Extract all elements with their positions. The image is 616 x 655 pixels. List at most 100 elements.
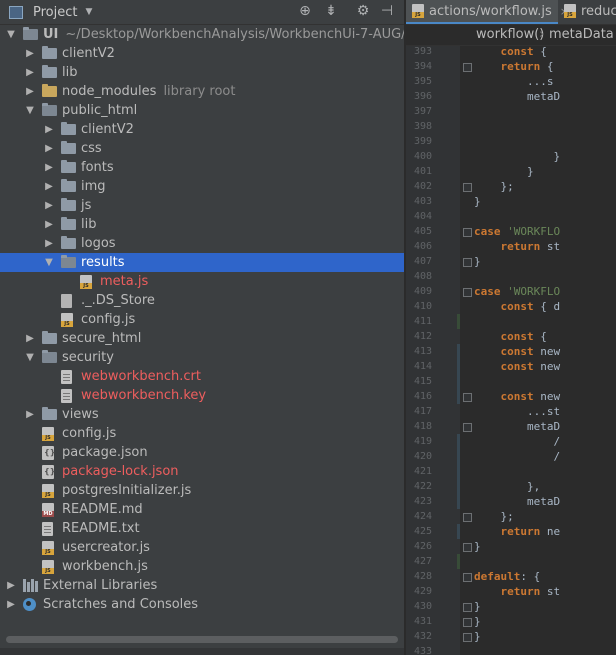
horizontal-scrollbar[interactable]	[6, 636, 398, 643]
expand-arrow-open-icon[interactable]: ▼	[25, 348, 35, 367]
expand-arrow-open-icon[interactable]: ▼	[25, 101, 35, 120]
line-gutter[interactable]: 393 394 395 396 397 398 399 400 401 402 403 404 405 4…	[406, 46, 472, 655]
tree-item[interactable]: JS postgresInitializer.js	[0, 481, 404, 500]
code-line[interactable]: const new	[474, 344, 561, 359]
tree-item[interactable]: ▶ js	[0, 196, 404, 215]
triangle-down-icon[interactable]: ▼	[85, 7, 92, 17]
tree-item[interactable]: ▶ lib	[0, 215, 404, 234]
tree-item[interactable]: JS config.js	[0, 310, 404, 329]
library-folder-icon	[42, 84, 57, 97]
code-line[interactable]: const {	[474, 329, 554, 344]
folder-icon	[61, 179, 76, 192]
tree-item[interactable]: ▼ security	[0, 348, 404, 367]
code-line[interactable]: return ne	[474, 524, 561, 539]
code-line[interactable]: ...s	[474, 74, 554, 89]
tab-workflow-js[interactable]: JSactions/workflow.js×	[406, 0, 569, 24]
gear-icon[interactable]: ⚙	[355, 3, 371, 19]
code-line[interactable]: default: {	[474, 569, 540, 584]
collapse-all-icon[interactable]: ⇟	[323, 3, 339, 19]
target-icon[interactable]: ⊕	[297, 3, 313, 19]
code-line[interactable]: }	[474, 599, 481, 614]
tree-item-name: ._.DS_Store	[81, 293, 155, 308]
line-number: 394	[413, 61, 432, 72]
tree-item[interactable]: MD README.md	[0, 500, 404, 519]
expand-arrow-closed-icon[interactable]: ▶	[25, 405, 35, 424]
tree-item[interactable]: ▶ lib	[0, 63, 404, 82]
tree-item[interactable]: README.txt	[0, 519, 404, 538]
tree-item-name: README.txt	[62, 521, 140, 536]
expand-arrow-closed-icon[interactable]: ▶	[25, 44, 35, 63]
expand-arrow-open-icon[interactable]: ▼	[6, 25, 16, 44]
tree-item[interactable]: webworkbench.key	[0, 386, 404, 405]
tree-item[interactable]: webworkbench.crt	[0, 367, 404, 386]
expand-arrow-closed-icon[interactable]: ▶	[6, 576, 16, 595]
tree-item[interactable]: ▶ clientV2	[0, 120, 404, 139]
expand-arrow-closed-icon[interactable]: ▶	[25, 329, 35, 348]
code-line[interactable]: }	[474, 164, 534, 179]
code-line[interactable]: }	[474, 629, 481, 644]
editor-panel: JSactions/workflow.js× JSreduce workflow…	[406, 0, 616, 655]
tree-item[interactable]: ._.DS_Store	[0, 291, 404, 310]
expand-arrow-closed-icon[interactable]: ▶	[44, 215, 54, 234]
code-area[interactable]: const { return { ...s metaD } } };} case …	[460, 44, 616, 655]
code-line[interactable]: return st	[474, 584, 561, 599]
code-line[interactable]: /	[474, 434, 560, 449]
code-line[interactable]: case 'WORKFLO	[474, 224, 560, 239]
code-line[interactable]: ...st	[474, 404, 560, 419]
project-tree[interactable]: ▼ UI ~/Desktop/WorkbenchAnalysis/Workbench…	[0, 25, 404, 614]
tree-item[interactable]: JS workbench.js	[0, 557, 404, 576]
expand-arrow-closed-icon[interactable]: ▶	[44, 177, 54, 196]
code-line[interactable]: const {	[474, 44, 547, 59]
code-line[interactable]: const new	[474, 389, 561, 404]
tree-item[interactable]: ▶ fonts	[0, 158, 404, 177]
tree-item[interactable]: ▶ css	[0, 139, 404, 158]
project-view-title[interactable]: Project	[33, 5, 77, 20]
code-line[interactable]: const new	[474, 359, 561, 374]
code-line[interactable]: case 'WORKFLO	[474, 284, 560, 299]
code-line[interactable]: }	[474, 254, 481, 269]
tree-item[interactable]: ▶ logos	[0, 234, 404, 253]
expand-arrow-closed-icon[interactable]: ▶	[6, 595, 16, 614]
expand-arrow-closed-icon[interactable]: ▶	[44, 158, 54, 177]
code-line[interactable]: };	[474, 179, 513, 194]
code-line[interactable]: }	[474, 194, 481, 209]
expand-arrow-closed-icon[interactable]: ▶	[25, 82, 35, 101]
expand-arrow-closed-icon[interactable]: ▶	[44, 196, 54, 215]
tree-item[interactable]: {} package.json	[0, 443, 404, 462]
expand-arrow-closed-icon[interactable]: ▶	[44, 120, 54, 139]
code-line[interactable]: }	[474, 539, 481, 554]
code-line[interactable]: metaD	[474, 494, 560, 509]
tab-reducer[interactable]: JS reduce	[560, 0, 616, 24]
tree-item[interactable]: ▶ img	[0, 177, 404, 196]
code-line[interactable]: return st	[474, 239, 561, 254]
tree-item[interactable]: ▶ clientV2	[0, 44, 404, 63]
breadcrumb-item[interactable]: metaData	[549, 25, 614, 45]
tree-item[interactable]: ▼ public_html	[0, 101, 404, 120]
expand-arrow-open-icon[interactable]: ▼	[44, 253, 54, 272]
tree-item[interactable]: ▶ views	[0, 405, 404, 424]
code-line[interactable]: metaD	[474, 89, 560, 104]
tree-item[interactable]: ▶ External Libraries	[0, 576, 404, 595]
expand-arrow-closed-icon[interactable]: ▶	[25, 63, 35, 82]
code-line[interactable]: metaD	[474, 419, 560, 434]
hide-icon[interactable]: ⊣	[379, 3, 395, 19]
tree-item[interactable]: ▼ results	[0, 253, 404, 272]
tree-item[interactable]: ▶ node_modules library root	[0, 82, 404, 101]
tree-item[interactable]: JS meta.js	[0, 272, 404, 291]
code-line[interactable]: }	[474, 149, 560, 164]
code-line[interactable]: },	[474, 479, 540, 494]
tree-item[interactable]: JS usercreator.js	[0, 538, 404, 557]
tree-item[interactable]: ▼ UI ~/Desktop/WorkbenchAnalysis/Workbench…	[0, 25, 404, 44]
expand-arrow-closed-icon[interactable]: ▶	[44, 234, 54, 253]
code-line[interactable]: };	[474, 509, 513, 524]
tree-item[interactable]: JS config.js	[0, 424, 404, 443]
tree-item[interactable]: {} package-lock.json	[0, 462, 404, 481]
expand-arrow-closed-icon[interactable]: ▶	[44, 139, 54, 158]
code-line[interactable]: /	[474, 449, 560, 464]
tree-item[interactable]: ▶ Scratches and Consoles	[0, 595, 404, 614]
code-line[interactable]: return {	[474, 59, 554, 74]
code-line[interactable]: const { d	[474, 299, 561, 314]
tree-item[interactable]: ▶ secure_html	[0, 329, 404, 348]
breadcrumb-item[interactable]: workflow()	[476, 25, 544, 45]
code-line[interactable]: }	[474, 614, 481, 629]
